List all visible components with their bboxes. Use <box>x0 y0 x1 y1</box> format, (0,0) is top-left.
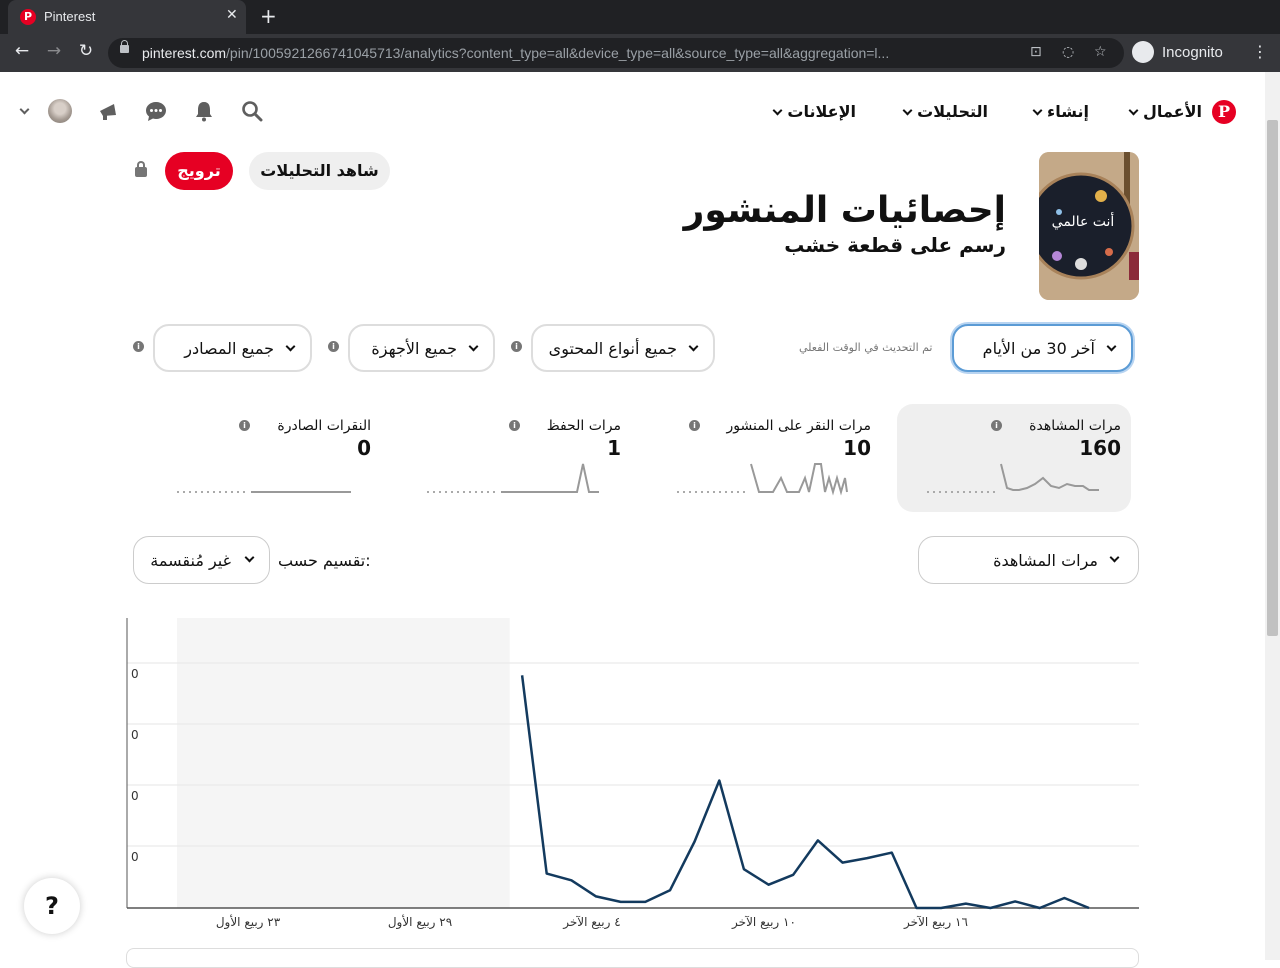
messages-icon[interactable] <box>144 100 168 124</box>
metric-card-outbound-clicks[interactable]: النقرات الصادرة i 0 <box>147 404 381 512</box>
source-label: جميع المصادر <box>184 339 274 358</box>
close-tab-icon[interactable]: ✕ <box>226 7 238 23</box>
nav-create[interactable]: إنشاء <box>1028 102 1089 121</box>
x-tick-label: ٢٩ ربيع الأول <box>388 914 452 930</box>
sparkline-impressions <box>927 463 1099 493</box>
help-button[interactable]: ? <box>24 878 80 934</box>
info-icon[interactable]: i <box>328 341 339 352</box>
source-select[interactable]: جميع المصادر <box>153 324 312 372</box>
address-bar[interactable]: pinterest.com/pin/1005921266741045713/an… <box>108 38 1124 68</box>
y-tick-label: 0 <box>131 789 139 803</box>
thumbnail-text: أنت عالمي <box>1052 212 1115 230</box>
back-icon[interactable]: ← <box>10 41 34 61</box>
content-type-label: جميع أنواع المحتوى <box>548 339 677 358</box>
metric-value: 160 <box>1079 436 1121 460</box>
notifications-bell-icon[interactable] <box>192 100 216 124</box>
metric-value: 0 <box>357 436 371 460</box>
chevron-down-icon <box>1106 341 1117 352</box>
date-range-label: آخر 30 من الأيام <box>982 339 1095 358</box>
metric-value: 10 <box>843 436 871 460</box>
series-line-impressions <box>520 675 1090 910</box>
chevron-down-icon <box>688 341 699 352</box>
scrollbar-thumb[interactable] <box>1267 120 1278 636</box>
browser-tab[interactable]: P Pinterest ✕ <box>8 0 246 34</box>
impressions-line-chart: 0 0 0 0 ٢٣ ربيع الأول ٢٩ ربيع الأول ٤ ربيع الآ… <box>126 618 1139 930</box>
incognito-label: Incognito <box>1162 44 1223 61</box>
browser-menu-icon[interactable]: ⋮ <box>1252 42 1268 61</box>
chart-metric-label: مرات المشاهدة <box>993 551 1098 570</box>
metric-card-impressions[interactable]: مرات المشاهدة i 160 <box>897 404 1131 512</box>
promote-button[interactable]: ترويج <box>165 152 233 190</box>
content-type-select[interactable]: جميع أنواع المحتوى <box>531 324 715 372</box>
info-icon[interactable]: i <box>991 420 1002 431</box>
sparkline-pin-clicks <box>677 463 848 496</box>
sparkline-outbound-clicks <box>177 491 351 493</box>
split-by-value: غير مُنقسمة <box>150 551 231 570</box>
pinterest-logo-icon[interactable]: P <box>1212 100 1236 124</box>
chevron-down-icon <box>285 341 296 352</box>
tab-title: Pinterest <box>44 9 96 24</box>
metric-card-saves[interactable]: مرات الحفظ i 1 <box>397 404 631 512</box>
y-tick-label: 0 <box>131 667 139 681</box>
chevron-down-icon <box>1109 552 1120 563</box>
split-by-label: تقسيم حسب: <box>278 551 371 570</box>
url-text: pinterest.com/pin/1005921266741045713/an… <box>142 45 890 61</box>
incognito-indicator[interactable]: Incognito <box>1132 40 1238 66</box>
x-tick-label: ١٦ ربيع الآخر <box>903 915 968 930</box>
realtime-note: تم التحديث في الوقت الفعلي <box>799 341 933 354</box>
nav-ads[interactable]: الإعلانات <box>768 102 856 121</box>
metric-label: مرات النقر على المنشور <box>726 418 871 434</box>
chevron-down-icon <box>468 341 479 352</box>
search-icon[interactable] <box>240 100 264 124</box>
info-icon[interactable]: i <box>689 420 700 431</box>
x-tick-label: ١٠ ربيع الآخر <box>731 915 796 930</box>
reload-icon[interactable]: ↻ <box>74 41 98 61</box>
eye-off-icon[interactable]: ◌ <box>1062 44 1074 60</box>
device-select[interactable]: جميع الأجهزة <box>348 324 495 372</box>
translate-icon[interactable]: ⊡ <box>1030 44 1042 60</box>
account-menu-chevron-icon[interactable] <box>12 100 36 124</box>
x-tick-label: ٤ ربيع الآخر <box>562 915 620 930</box>
see-analytics-button[interactable]: شاهد التحليلات <box>249 152 390 190</box>
device-label: جميع الأجهزة <box>371 339 457 358</box>
forward-icon[interactable]: → <box>42 41 66 61</box>
info-icon[interactable]: i <box>239 420 250 431</box>
incognito-icon <box>1132 41 1154 63</box>
pin-thumbnail: أنت عالمي <box>1039 152 1139 300</box>
metric-label: مرات المشاهدة <box>1029 418 1121 434</box>
split-by-select[interactable]: غير مُنقسمة <box>133 536 270 584</box>
page-title: إحصائيات المنشور <box>683 190 1006 231</box>
data-table-container <box>126 948 1139 968</box>
pinterest-favicon-icon: P <box>20 9 36 25</box>
metric-value: 1 <box>607 436 621 460</box>
lock-icon <box>120 40 129 53</box>
pin-subtitle: رسم على قطعة خشب <box>784 233 1006 257</box>
x-tick-label: ٢٣ ربيع الأول <box>216 914 281 930</box>
chart-metric-select[interactable]: مرات المشاهدة <box>918 536 1139 584</box>
nav-business[interactable]: الأعمال <box>1124 102 1202 121</box>
browser-toolbar: ← → ↻ pinterest.com/pin/1005921266741045… <box>0 34 1280 72</box>
star-icon[interactable]: ☆ <box>1094 44 1107 60</box>
new-tab-icon[interactable]: + <box>260 4 277 28</box>
y-tick-label: 0 <box>131 728 139 742</box>
y-tick-label: 0 <box>131 850 139 864</box>
sparkline-saves <box>427 463 599 493</box>
browser-tab-bar: P Pinterest ✕ + <box>0 0 1280 34</box>
info-icon[interactable]: i <box>133 341 144 352</box>
avatar[interactable] <box>48 99 72 123</box>
info-icon[interactable]: i <box>511 341 522 352</box>
metric-card-pin-clicks[interactable]: مرات النقر على المنشور i 10 <box>647 404 881 512</box>
lock-icon <box>135 161 147 177</box>
metric-label: مرات الحفظ <box>546 418 621 434</box>
megaphone-icon[interactable] <box>96 100 120 124</box>
chevron-down-icon <box>244 552 255 563</box>
info-icon[interactable]: i <box>509 420 520 431</box>
date-range-select[interactable]: آخر 30 من الأيام <box>952 324 1133 372</box>
no-data-region <box>177 618 510 908</box>
metric-label: النقرات الصادرة <box>277 418 371 434</box>
nav-analytics[interactable]: التحليلات <box>898 102 988 121</box>
